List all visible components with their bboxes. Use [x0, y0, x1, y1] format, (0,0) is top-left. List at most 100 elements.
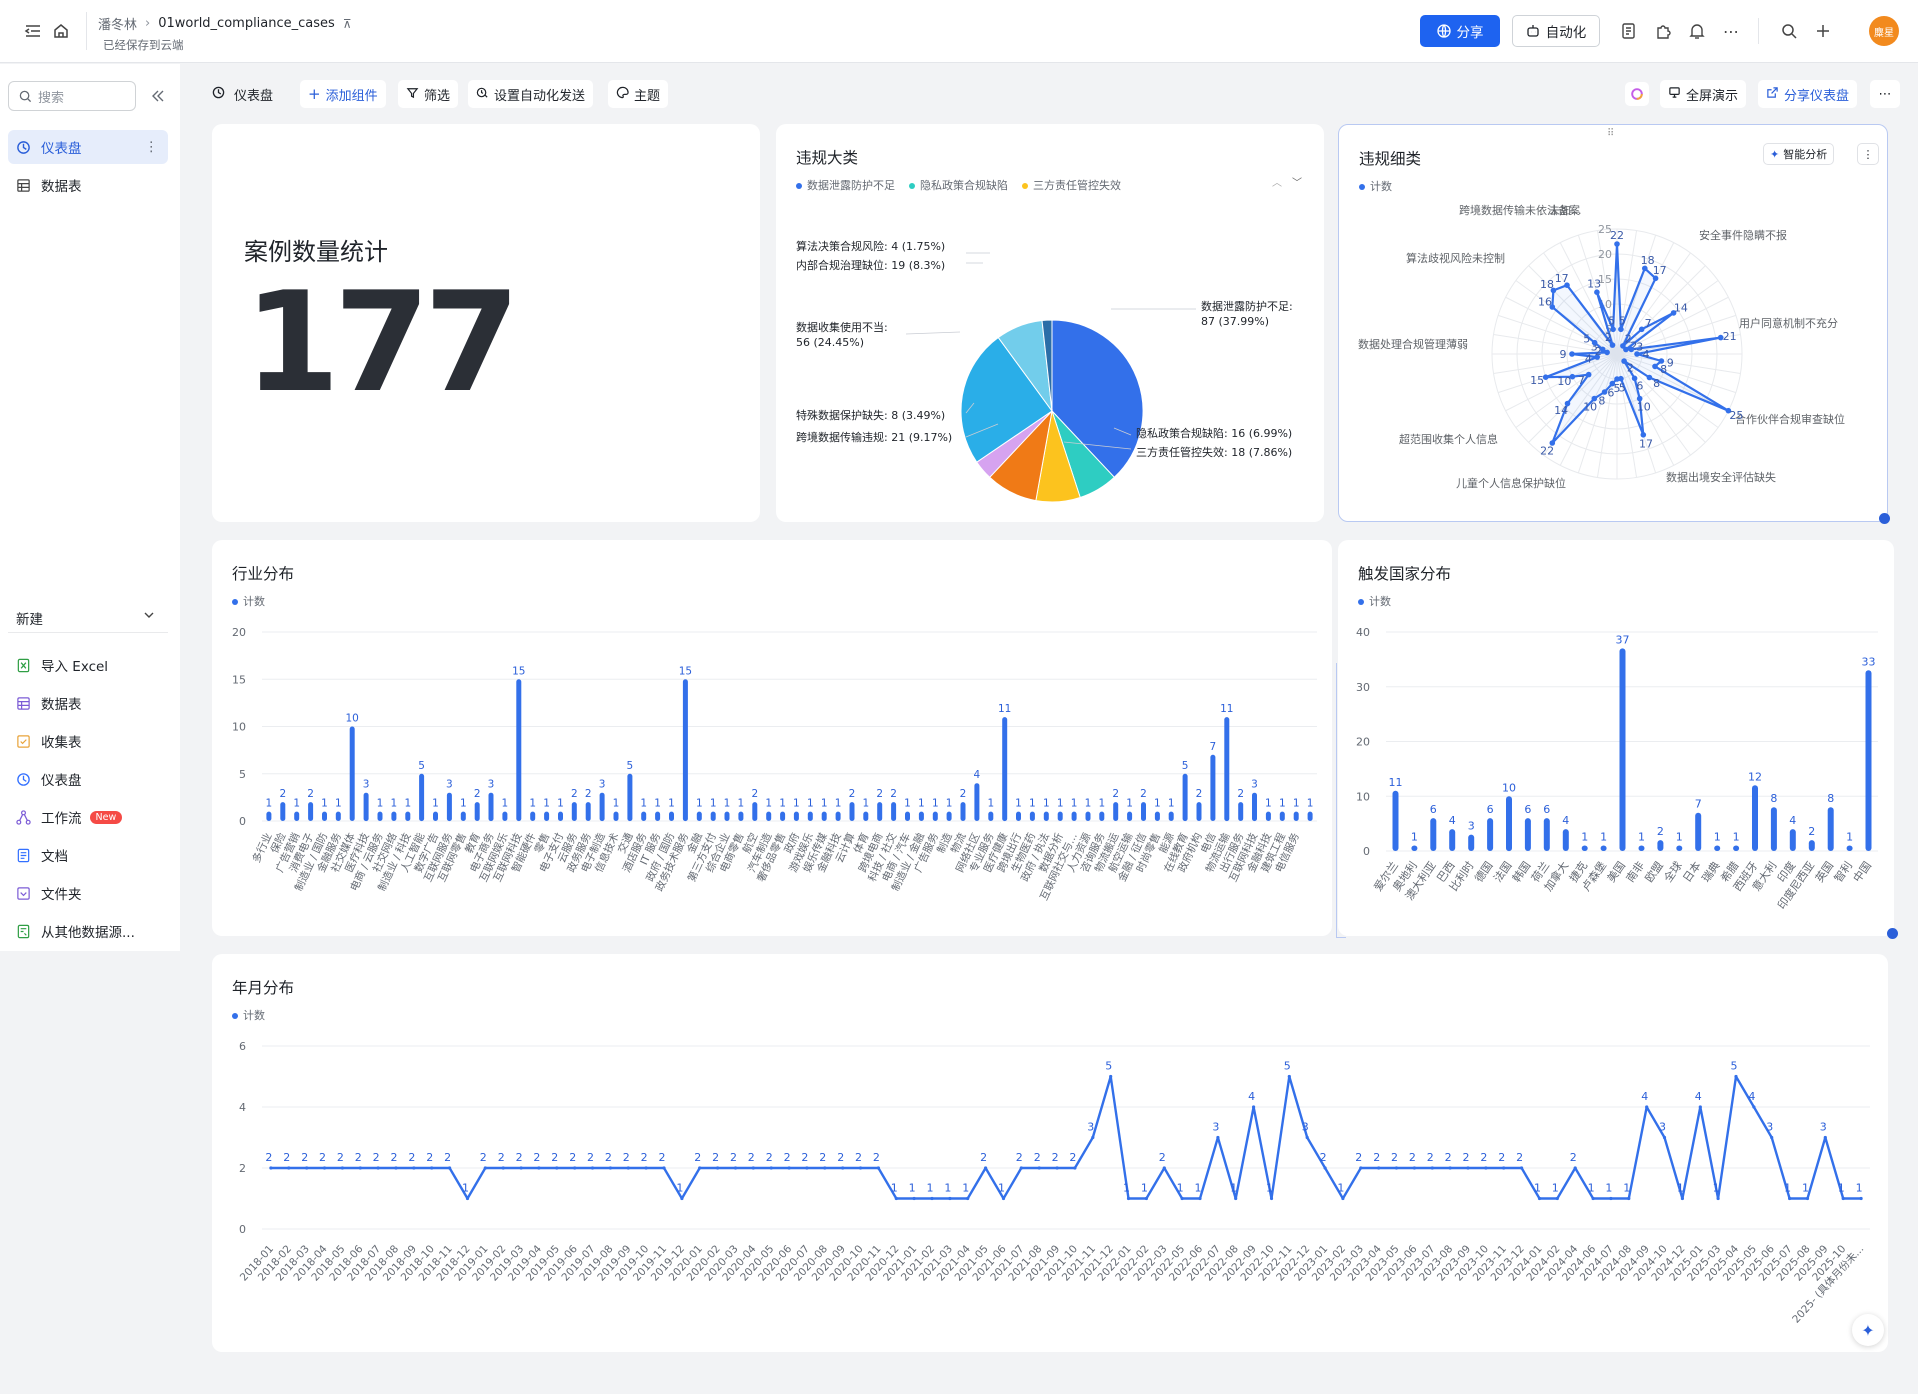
- bar[interactable]: [1506, 796, 1512, 852]
- bar[interactable]: [1252, 792, 1257, 822]
- line-point[interactable]: [912, 1196, 916, 1201]
- bar[interactable]: [1238, 802, 1244, 821]
- line-point[interactable]: [1520, 1166, 1524, 1170]
- line-point[interactable]: [1412, 1166, 1416, 1170]
- line-point[interactable]: [573, 1166, 577, 1170]
- bar[interactable]: [419, 773, 425, 822]
- bar[interactable]: [1127, 811, 1133, 821]
- bar[interactable]: [1543, 818, 1550, 851]
- ai-assistant-icon[interactable]: [1625, 82, 1649, 106]
- bar[interactable]: [363, 792, 369, 822]
- industry-chart-card[interactable]: 行业分布 计数 0 5 10 15 20 1 多行业 2 保险 1 广告营销 2 消费电子 1 制造业 / …: [212, 540, 1332, 936]
- bar[interactable]: [1099, 811, 1105, 821]
- bar[interactable]: [1002, 717, 1008, 822]
- line-point[interactable]: [537, 1166, 541, 1170]
- line-point[interactable]: [1752, 1105, 1756, 1109]
- line-point[interactable]: [269, 1166, 273, 1170]
- bar[interactable]: [974, 783, 980, 821]
- stat-card[interactable]: 案例数量统计 177: [212, 124, 760, 522]
- breadcrumb-user[interactable]: 潘冬林: [98, 14, 137, 33]
- line-point[interactable]: [430, 1166, 434, 1170]
- bar[interactable]: [641, 811, 647, 821]
- bar[interactable]: [960, 802, 966, 821]
- file-title[interactable]: 01world_compliance_cases: [158, 16, 335, 31]
- bar[interactable]: [946, 811, 952, 821]
- radar-point[interactable]: [1623, 346, 1629, 353]
- line-point[interactable]: [680, 1196, 684, 1201]
- line-point[interactable]: [1823, 1135, 1827, 1140]
- bar[interactable]: [280, 802, 286, 821]
- bar[interactable]: [710, 811, 716, 821]
- bar[interactable]: [266, 811, 272, 821]
- bar[interactable]: [405, 811, 411, 821]
- line-point[interactable]: [751, 1166, 755, 1170]
- line-point[interactable]: [1198, 1196, 1202, 1201]
- home-icon[interactable]: [52, 22, 70, 40]
- line-point[interactable]: [1555, 1196, 1559, 1201]
- bar[interactable]: [1224, 717, 1230, 822]
- line-point[interactable]: [1073, 1166, 1077, 1170]
- line-point[interactable]: [1662, 1135, 1667, 1140]
- bar[interactable]: [1789, 829, 1796, 851]
- bar[interactable]: [558, 811, 563, 821]
- line-point[interactable]: [698, 1166, 702, 1170]
- bar[interactable]: [308, 802, 314, 821]
- bar[interactable]: [1524, 818, 1531, 851]
- radar-point[interactable]: [1634, 351, 1640, 357]
- bar[interactable]: [793, 811, 799, 821]
- line-point[interactable]: [322, 1166, 327, 1170]
- line-point[interactable]: [858, 1166, 863, 1170]
- sidebar-new-item[interactable]: 工作流 New: [8, 800, 168, 834]
- bar[interactable]: [1071, 811, 1077, 821]
- bar[interactable]: [1752, 785, 1758, 851]
- bar[interactable]: [294, 811, 300, 821]
- line-point[interactable]: [1055, 1166, 1059, 1170]
- line-point[interactable]: [1001, 1196, 1006, 1201]
- bar[interactable]: [1638, 845, 1645, 852]
- line-point[interactable]: [984, 1166, 988, 1170]
- line-point[interactable]: [1037, 1166, 1041, 1170]
- line-point[interactable]: [1734, 1074, 1738, 1079]
- line-point[interactable]: [590, 1166, 595, 1170]
- bar[interactable]: [530, 811, 536, 821]
- line-point[interactable]: [1430, 1166, 1434, 1170]
- auto-send-button[interactable]: 设置自动化发送: [468, 80, 594, 108]
- bar[interactable]: [918, 811, 924, 821]
- add-icon[interactable]: [1814, 22, 1832, 40]
- more-options-button[interactable]: ⋯: [1870, 80, 1900, 108]
- bar[interactable]: [1695, 812, 1702, 851]
- line-point[interactable]: [1645, 1105, 1649, 1109]
- line-point[interactable]: [465, 1196, 470, 1201]
- bar[interactable]: [1182, 773, 1188, 822]
- bar[interactable]: [1865, 670, 1872, 851]
- bar[interactable]: [1676, 845, 1683, 852]
- month-chart-card[interactable]: 年月分布 计数 0 2 4 6 2 2018-01 2 2018-02 2 2018-03 2 201…: [212, 954, 1888, 1352]
- bar[interactable]: [905, 811, 910, 821]
- bar[interactable]: [766, 811, 772, 821]
- bar[interactable]: [446, 792, 452, 822]
- bar[interactable]: [1468, 834, 1475, 851]
- bar[interactable]: [1168, 811, 1174, 821]
- sidebar-new-item[interactable]: 导入 Excel: [8, 648, 168, 682]
- line-point[interactable]: [626, 1166, 630, 1170]
- collapse-sidebar-icon[interactable]: [150, 88, 166, 104]
- line-point[interactable]: [948, 1196, 952, 1201]
- new-section-header[interactable]: 新建: [16, 608, 156, 628]
- radar-point[interactable]: [1628, 346, 1635, 353]
- bar[interactable]: [1016, 811, 1021, 821]
- radar-point[interactable]: [1585, 371, 1592, 378]
- line-point[interactable]: [1716, 1196, 1720, 1201]
- sidebar-item-table[interactable]: 数据表: [8, 168, 168, 202]
- menu-toggle-icon[interactable]: [24, 22, 42, 40]
- line-point[interactable]: [1162, 1166, 1166, 1170]
- bar[interactable]: [1733, 845, 1740, 852]
- share-button[interactable]: 分享: [1420, 15, 1500, 47]
- bar[interactable]: [335, 811, 341, 821]
- bar[interactable]: [516, 679, 522, 822]
- line-point[interactable]: [376, 1166, 380, 1170]
- line-point[interactable]: [876, 1166, 881, 1170]
- bar[interactable]: [1307, 811, 1313, 821]
- line-point[interactable]: [1394, 1166, 1399, 1170]
- line-series[interactable]: [270, 1075, 1862, 1200]
- bar[interactable]: [1846, 845, 1853, 852]
